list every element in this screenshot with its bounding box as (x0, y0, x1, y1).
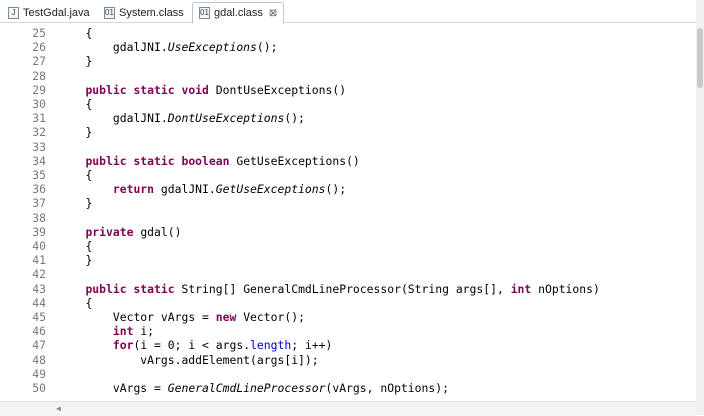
code-line[interactable]: return gdalJNI.GetUseExceptions(); (58, 182, 346, 196)
code-line[interactable]: { (58, 168, 92, 182)
code-line[interactable]: gdalJNI.UseExceptions(); (58, 40, 278, 54)
line-number: 27 (32, 54, 46, 69)
code-line[interactable]: public static boolean GetUseExceptions() (58, 154, 359, 168)
code-line[interactable]: public static String[] GeneralCmdLinePro… (58, 282, 599, 296)
code-editor[interactable]: 25 26 27 28 29 30 31 32 33 34 35 36 37 38 39 40 41 42 43 44… (0, 24, 696, 401)
code-line[interactable]: { (58, 97, 92, 111)
code-line[interactable]: vArgs = GeneralCmdLineProcessor(vArgs, n… (58, 381, 449, 395)
line-number: 43 (32, 281, 46, 296)
tab-testgdal-java[interactable]: J TestGdal.java (8, 3, 90, 22)
line-number: 47 (32, 338, 46, 353)
vertical-scroll-thumb[interactable] (697, 28, 703, 88)
line-number: 37 (32, 196, 46, 211)
line-number: 32 (32, 125, 46, 140)
line-number: 29 (32, 82, 46, 97)
editor-tab-bar: J TestGdal.java 01 System.class 01 gdal.… (0, 0, 696, 24)
line-number: 42 (32, 267, 46, 282)
line-number: 40 (32, 239, 46, 253)
line-number: 46 (32, 324, 46, 339)
code-line[interactable]: int i; (58, 324, 154, 338)
code-line[interactable]: vArgs.addElement(args[i]); (58, 353, 318, 367)
line-number: 28 (32, 68, 46, 83)
vertical-scrollbar[interactable] (696, 0, 704, 415)
code-line[interactable]: gdalJNI.DontUseExceptions(); (58, 111, 305, 125)
line-number: 31 (32, 111, 46, 126)
code-line[interactable]: } (58, 54, 92, 68)
horizontal-scrollbar[interactable]: ◀ (0, 401, 696, 416)
close-icon[interactable]: ⊠ (269, 8, 277, 19)
line-number: 38 (32, 210, 46, 225)
line-number: 30 (32, 97, 46, 111)
code-line[interactable]: { (58, 239, 92, 253)
line-number-gutter: 25 26 27 28 29 30 31 32 33 34 35 36 37 38 39 40 41 42 43 44… (0, 24, 50, 401)
line-number: 35 (32, 168, 46, 182)
code-line[interactable]: { (58, 26, 92, 40)
line-number: 36 (32, 182, 46, 197)
java-file-icon: J (8, 6, 19, 19)
line-number: 25 (32, 26, 46, 40)
tab-gdal-class[interactable]: 01 gdal.class ⊠ (192, 2, 285, 24)
code-line[interactable]: private gdal() (58, 225, 181, 239)
code-line[interactable]: public static void DontUseExceptions() (58, 83, 346, 97)
line-number: 50 (32, 381, 46, 395)
line-number: 49 (32, 366, 46, 381)
code-line[interactable]: } (58, 125, 92, 139)
code-line[interactable]: { (58, 296, 92, 310)
line-number: 44 (32, 295, 46, 310)
line-number: 45 (32, 310, 46, 324)
line-number: 26 (32, 40, 46, 55)
line-number: 33 (32, 139, 46, 154)
line-number: 34 (32, 153, 46, 168)
class-file-icon: 01 (104, 6, 115, 19)
tab-label: gdal.class (214, 7, 263, 19)
code-line[interactable]: for(i = 0; i < args.length; i++) (58, 338, 333, 352)
scroll-left-arrow-icon[interactable]: ◀ (56, 404, 61, 413)
tab-label: System.class (119, 6, 184, 19)
code-line[interactable]: } (58, 196, 92, 210)
line-number: 41 (32, 253, 46, 268)
class-file-icon: 01 (199, 7, 210, 19)
tab-label: TestGdal.java (23, 6, 90, 19)
code-line[interactable]: Vector vArgs = new Vector(); (58, 310, 305, 324)
line-number: 39 (32, 224, 46, 239)
line-number: 48 (32, 352, 46, 367)
tab-system-class[interactable]: 01 System.class (104, 3, 184, 22)
code-line[interactable]: } (58, 253, 92, 267)
